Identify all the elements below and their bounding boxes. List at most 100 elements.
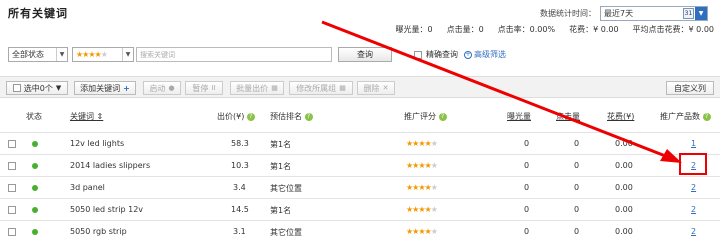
advanced-filter-link[interactable]: + 高级筛选 (464, 49, 506, 60)
modify-group-button[interactable]: 修改所属组 ▦ (289, 81, 353, 95)
col-rank: 预估排名 ? (270, 111, 313, 122)
products-link[interactable]: 2 (691, 183, 696, 192)
help-icon: ? (438, 112, 447, 121)
impressions-cell: 0 (524, 139, 530, 148)
rank-cell: 第1名 (270, 140, 292, 149)
spend-cell: 0.00 (615, 227, 633, 236)
play-circle-icon: ● (168, 84, 175, 92)
status-on-icon (32, 207, 38, 213)
keyword-cell: 5050 rgb strip (70, 227, 127, 236)
start-button[interactable]: 启动 ● (143, 81, 181, 95)
annotation-highlight-box (679, 153, 707, 175)
spend-cell: 0.00 (615, 139, 633, 148)
pause-button[interactable]: 暂停 II (185, 81, 223, 95)
stat-avg-cpc: 平均点击花费：¥ 0.00 (632, 25, 714, 34)
chevron-down-icon: ▼ (122, 48, 133, 61)
keyword-cell: 5050 led strip 12v (70, 205, 144, 214)
col-impressions[interactable]: 曝光量 (507, 111, 531, 122)
status-on-icon (32, 163, 38, 169)
sort-arrow-icon: ⇕ (96, 112, 104, 121)
row-checkbox[interactable] (8, 184, 16, 192)
score-stars: ★★★★★ (406, 227, 438, 236)
status-on-icon (32, 141, 38, 147)
row-checkbox[interactable] (8, 162, 16, 170)
help-icon: ? (246, 112, 255, 121)
pause-icon: II (211, 84, 216, 92)
search-input[interactable]: 搜索关键词 (136, 47, 332, 62)
stat-spend: 花费：¥ 0.00 (569, 25, 619, 34)
row-checkbox[interactable] (8, 206, 16, 214)
keyword-cell: 3d panel (70, 183, 105, 192)
chevron-down-icon[interactable]: ▼ (695, 7, 707, 20)
rank-cell: 第1名 (270, 206, 292, 215)
custom-columns-button[interactable]: 自定义列 (666, 81, 714, 95)
action-toolbar: 选中0个 ▼ 添加关键词 + 启动 ● 暂停 II 批量出价 ▦ 修改所属组 ▦… (0, 76, 720, 98)
stat-ctr: 点击率：0.00% (497, 25, 556, 34)
products-link[interactable]: 2 (691, 205, 696, 214)
date-range: 数据统计时间： 最近7天 31 ▼ (540, 6, 708, 21)
table-header: 状态 关键词 ⇕ 出价(¥) ? 预估排名 ? 推广评分 ? 曝光量 点击量 花… (0, 107, 720, 125)
chevron-down-icon: ▼ (55, 84, 62, 92)
col-score: 推广评分 ? (404, 111, 447, 122)
status-select[interactable]: 全部状态 ▼ (8, 47, 68, 62)
stat-impressions: 曝光量：0 (395, 25, 433, 34)
keyword-cell: 2014 ladies slippers (70, 161, 151, 170)
date-range-label: 数据统计时间： (540, 9, 596, 18)
impressions-cell: 0 (524, 227, 530, 236)
row-checkbox[interactable] (8, 228, 16, 236)
impressions-cell: 0 (524, 183, 530, 192)
col-spend[interactable]: 花费(¥) (607, 111, 634, 122)
col-products: 推广产品数 ? (660, 111, 711, 122)
page-title: 所有关键词 (8, 7, 68, 20)
impressions-cell: 0 (524, 205, 530, 214)
stat-clicks: 点击量：0 (446, 25, 484, 34)
spend-cell: 0.00 (615, 161, 633, 170)
col-status: 状态 (26, 112, 42, 121)
spend-cell: 0.00 (615, 183, 633, 192)
col-clicks[interactable]: 点击量 (556, 111, 580, 122)
rating-stars: ★★★★★ (76, 50, 108, 59)
delete-button[interactable]: 删除 ✕ (357, 81, 395, 95)
plus-icon: + (464, 50, 472, 59)
bid-cell: 14.5 (231, 205, 249, 214)
close-icon: ✕ (382, 84, 389, 92)
exact-match-toggle[interactable]: 精确查询 (414, 49, 458, 60)
rating-select[interactable]: ★★★★★ ▼ (72, 47, 134, 62)
summary-stats: 曝光量：0 点击量：0 点击率：0.00% 花费：¥ 0.00 平均点击花费：¥… (395, 24, 714, 35)
table-row: 12v led lights 58.3 第1名 ★★★★★ 0 0 0.00 1 (0, 132, 720, 154)
exact-checkbox[interactable] (414, 50, 422, 59)
rank-cell: 其它位置 (270, 228, 302, 237)
query-button[interactable]: 查询 (338, 47, 392, 62)
plus-icon: + (123, 83, 130, 93)
clicks-cell: 0 (574, 227, 580, 236)
bid-cell: 10.3 (231, 161, 249, 170)
clicks-cell: 0 (574, 161, 580, 170)
score-stars: ★★★★★ (406, 205, 438, 214)
rank-cell: 其它位置 (270, 184, 302, 193)
date-range-select[interactable]: 最近7天 31 ▼ (600, 6, 708, 21)
help-icon: ? (702, 112, 711, 121)
clicks-cell: 0 (574, 183, 580, 192)
add-keyword-button[interactable]: 添加关键词 + (74, 81, 136, 95)
status-on-icon (32, 229, 38, 235)
filter-bar: 全部状态 ▼ ★★★★★ ▼ 搜索关键词 查询 精确查询 + 高级筛选 (8, 47, 506, 62)
select-count-dropdown[interactable]: 选中0个 ▼ (6, 81, 68, 95)
products-link[interactable]: 1 (691, 139, 696, 148)
select-all-checkbox[interactable] (12, 84, 21, 92)
products-link[interactable]: 2 (691, 227, 696, 236)
bid-cell: 58.3 (231, 139, 249, 148)
clicks-cell: 0 (574, 139, 580, 148)
calendar-icon[interactable]: 31 (683, 8, 694, 19)
grid-icon: ▦ (271, 84, 278, 92)
row-checkbox[interactable] (8, 140, 16, 148)
score-stars: ★★★★★ (406, 183, 438, 192)
table-row: 2014 ladies slippers 10.3 第1名 ★★★★★ 0 0 … (0, 154, 720, 176)
impressions-cell: 0 (524, 161, 530, 170)
col-bid: 出价(¥) ? (217, 111, 255, 122)
grid-icon: ▦ (339, 84, 346, 92)
batch-bid-button[interactable]: 批量出价 ▦ (230, 81, 284, 95)
date-range-value: 最近7天 (604, 9, 634, 18)
chevron-down-icon: ▼ (56, 48, 67, 61)
col-keyword[interactable]: 关键词 ⇕ (70, 111, 103, 122)
bid-cell: 3.1 (233, 227, 246, 236)
